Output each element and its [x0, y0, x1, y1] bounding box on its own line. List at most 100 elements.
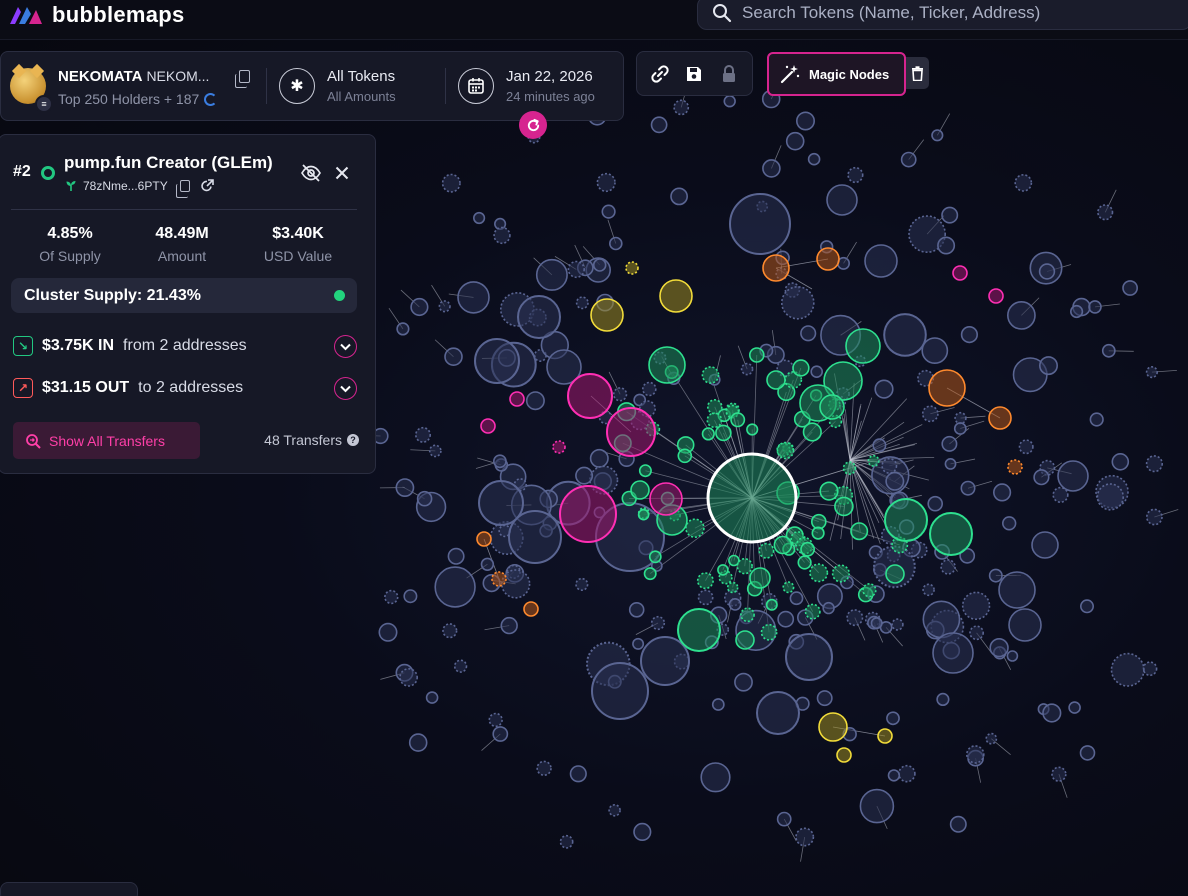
- holder-bubble[interactable]: [1039, 356, 1059, 376]
- cluster-bubble[interactable]: [766, 370, 786, 390]
- selected-holder-bubble[interactable]: [706, 452, 798, 544]
- cluster-bubble[interactable]: [792, 359, 810, 377]
- holder-bubble[interactable]: [384, 589, 399, 605]
- brand-logo[interactable]: bubblemaps: [8, 2, 185, 28]
- cluster-bubble[interactable]: [773, 535, 793, 555]
- cluster-bubble[interactable]: [590, 298, 624, 332]
- holder-bubble[interactable]: [998, 571, 1036, 609]
- cluster-bubble[interactable]: [928, 369, 966, 407]
- holder-bubble[interactable]: [414, 426, 431, 443]
- holder-bubble[interactable]: [822, 601, 835, 615]
- cluster-bubble[interactable]: [677, 608, 721, 652]
- link-icon[interactable]: [649, 63, 671, 85]
- holder-bubble[interactable]: [810, 365, 824, 379]
- holder-bubble[interactable]: [789, 591, 804, 606]
- cluster-bubble[interactable]: [677, 448, 693, 464]
- holder-bubble[interactable]: [723, 94, 736, 108]
- holder-bubble[interactable]: [396, 322, 410, 336]
- holder-bubble[interactable]: [673, 99, 690, 116]
- copy-address-icon[interactable]: [175, 180, 190, 198]
- holder-bubble[interactable]: [1097, 204, 1114, 221]
- show-all-transfers-button[interactable]: Show All Transfers: [13, 422, 200, 459]
- holder-bubble[interactable]: [795, 111, 815, 131]
- holder-bubble[interactable]: [931, 129, 944, 142]
- cluster-bubble[interactable]: [929, 512, 973, 556]
- cluster-bubble[interactable]: [836, 747, 852, 763]
- holder-bubble[interactable]: [1146, 508, 1163, 526]
- holder-bubble[interactable]: [612, 387, 628, 402]
- holder-bubble[interactable]: [494, 217, 507, 230]
- holder-bubble[interactable]: [922, 600, 961, 639]
- holder-bubble[interactable]: [601, 204, 616, 219]
- cluster-bubble[interactable]: [819, 481, 839, 501]
- holder-bubble[interactable]: [535, 258, 568, 291]
- holder-bubble[interactable]: [954, 411, 967, 425]
- holder-bubble[interactable]: [1033, 469, 1050, 486]
- cluster-bubble[interactable]: [809, 563, 829, 583]
- cluster-bubble[interactable]: [648, 550, 662, 564]
- holder-bubble[interactable]: [728, 598, 742, 611]
- cluster-bubble[interactable]: [630, 480, 650, 500]
- holder-bubble[interactable]: [762, 159, 781, 178]
- cluster-bubble[interactable]: [552, 440, 566, 454]
- holder-bubble[interactable]: [941, 206, 959, 224]
- holder-bubble[interactable]: [985, 732, 998, 745]
- cluster-bubble[interactable]: [782, 581, 795, 594]
- holder-bubble[interactable]: [478, 480, 524, 526]
- holder-bubble[interactable]: [1079, 745, 1096, 761]
- holder-bubble[interactable]: [1042, 703, 1062, 723]
- cluster-bubble[interactable]: [758, 542, 775, 559]
- cluster-bubble[interactable]: [740, 607, 755, 623]
- holder-bubble[interactable]: [847, 166, 864, 184]
- holder-bubble[interactable]: [378, 622, 398, 642]
- holder-bubble[interactable]: [438, 300, 451, 313]
- holder-bubble[interactable]: [1031, 531, 1059, 559]
- holder-bubble[interactable]: [640, 636, 690, 686]
- holder-bubble[interactable]: [953, 422, 967, 435]
- holder-bubble[interactable]: [442, 623, 458, 639]
- cluster-bubble[interactable]: [706, 412, 723, 429]
- cluster-bubble[interactable]: [862, 582, 877, 598]
- holder-bubble[interactable]: [700, 762, 731, 793]
- holder-bubble[interactable]: [885, 471, 905, 491]
- clear-magic-nodes-button[interactable]: [906, 57, 929, 89]
- holder-bubble[interactable]: [493, 226, 511, 245]
- holder-bubble[interactable]: [807, 152, 821, 166]
- cluster-bubble[interactable]: [1007, 459, 1023, 475]
- token-filter-button[interactable]: ✱: [279, 68, 315, 104]
- holder-bubble[interactable]: [989, 637, 1009, 658]
- cluster-bubble[interactable]: [491, 571, 507, 587]
- cluster-bubble[interactable]: [819, 394, 845, 420]
- holder-bubble[interactable]: [492, 726, 509, 742]
- cluster-bubble[interactable]: [988, 288, 1004, 304]
- holder-bubble[interactable]: [859, 788, 895, 824]
- holder-bubble[interactable]: [1018, 439, 1034, 455]
- holder-bubble[interactable]: [395, 478, 415, 498]
- holder-bubble[interactable]: [1111, 452, 1130, 471]
- holder-bubble[interactable]: [628, 601, 645, 618]
- holder-bubble[interactable]: [777, 610, 795, 628]
- holder-bubble[interactable]: [488, 712, 503, 728]
- holder-bubble[interactable]: [826, 184, 858, 216]
- cluster-bubble[interactable]: [696, 572, 714, 590]
- holder-bubble[interactable]: [575, 296, 589, 310]
- cluster-bubble[interactable]: [726, 581, 739, 594]
- holder-bubble[interactable]: [517, 295, 561, 339]
- holder-bubble[interactable]: [780, 285, 815, 320]
- cluster-bubble[interactable]: [567, 373, 613, 419]
- holder-bubble[interactable]: [776, 811, 792, 827]
- holder-bubble[interactable]: [399, 668, 419, 687]
- holder-bubble[interactable]: [444, 347, 463, 367]
- cluster-bubble[interactable]: [648, 346, 686, 384]
- expand-inflow-button[interactable]: [334, 335, 357, 358]
- cluster-bubble[interactable]: [735, 630, 755, 650]
- cluster-bubble[interactable]: [845, 328, 881, 364]
- cluster-bubble[interactable]: [523, 601, 539, 617]
- holder-bubble[interactable]: [641, 381, 657, 397]
- holder-bubble[interactable]: [473, 211, 486, 225]
- cluster-bubble[interactable]: [760, 623, 778, 641]
- search-input[interactable]: [742, 3, 1182, 23]
- holder-bubble[interactable]: [936, 692, 950, 707]
- cluster-bubble[interactable]: [776, 441, 795, 460]
- cluster-bubble[interactable]: [802, 422, 822, 442]
